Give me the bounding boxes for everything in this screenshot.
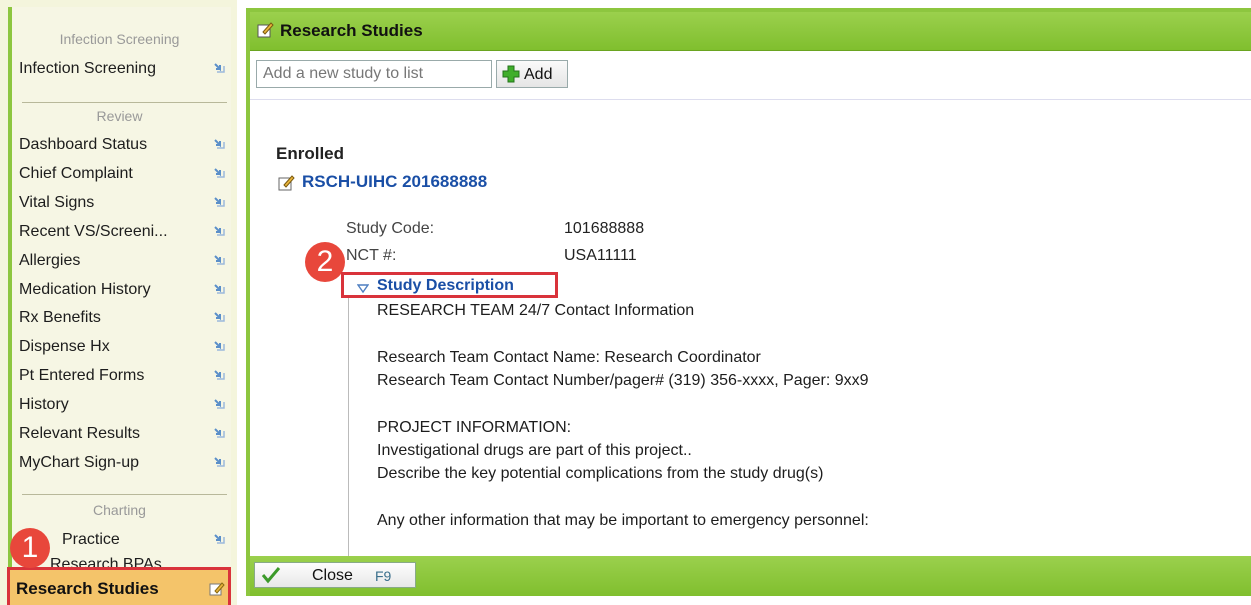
jump-arrow-icon bbox=[214, 283, 225, 295]
plus-icon bbox=[502, 65, 520, 88]
edit-icon bbox=[209, 581, 225, 602]
study-code-label: Study Code: bbox=[346, 220, 435, 237]
close-button[interactable]: Close F9 bbox=[254, 562, 416, 588]
sidebar-item-label: History bbox=[19, 396, 69, 414]
sidebar-item[interactable]: Pt Entered Forms bbox=[19, 364, 227, 388]
jump-arrow-icon bbox=[214, 139, 225, 150]
jump-arrow-icon bbox=[214, 312, 225, 323]
study-code-value: 101688888 bbox=[564, 220, 645, 237]
sidebar-item-label: Chief Complaint bbox=[19, 164, 133, 182]
study-description-label: Study Description bbox=[377, 277, 514, 294]
sidebar-item-label: Vital Signs bbox=[19, 193, 95, 211]
sidebar-item-practice[interactable]: Practice bbox=[19, 528, 227, 552]
enrolled-heading: Enrolled bbox=[276, 144, 345, 163]
sidebar-item[interactable]: MyChart Sign-up bbox=[19, 451, 227, 475]
sidebar-item[interactable]: Recent VS/Screeni... bbox=[19, 220, 227, 244]
jump-arrow-icon bbox=[214, 428, 225, 439]
research-studies-panel: Research Studies Add Enrolled RSCH-UIHC … bbox=[246, 8, 1251, 596]
section-title-review: Review bbox=[96, 108, 143, 124]
sidebar-item[interactable]: Dashboard Status bbox=[19, 133, 227, 157]
sidebar-item-label: Research Studies bbox=[16, 579, 159, 598]
sidebar-item-label: Medication History bbox=[19, 280, 151, 298]
section-title-charting: Charting bbox=[93, 502, 146, 518]
jump-arrow-icon bbox=[214, 457, 225, 468]
description-line: Any other information that may be import… bbox=[377, 511, 869, 529]
divider bbox=[22, 494, 227, 495]
section-title-infection-screening: Infection Screening bbox=[59, 31, 180, 47]
jump-arrow-icon bbox=[214, 341, 225, 352]
add-button[interactable]: Add bbox=[496, 60, 568, 88]
description-line: Research Team Contact Number/pager# (319… bbox=[377, 371, 869, 389]
jump-arrow-icon bbox=[214, 399, 225, 410]
edit-icon bbox=[257, 21, 275, 44]
sidebar-item-research-studies[interactable]: Research Studies bbox=[7, 567, 231, 605]
jump-arrow-icon bbox=[214, 370, 225, 381]
sidebar-item-label: Infection Screening bbox=[19, 60, 156, 77]
sidebar-item[interactable]: Vital Signs bbox=[19, 191, 227, 215]
sidebar-item-label: Dispense Hx bbox=[19, 338, 110, 356]
description-line: PROJECT INFORMATION: bbox=[377, 418, 572, 436]
sidebar-item[interactable]: Chief Complaint bbox=[19, 162, 227, 186]
description-line: Describe the key potential complications… bbox=[377, 465, 824, 483]
sidebar-item[interactable]: Dispense Hx bbox=[19, 335, 227, 359]
description-line: Research Team Contact Name: Research Coo… bbox=[377, 348, 761, 366]
sidebar-panel: Infection Screening Infection Screening … bbox=[8, 7, 231, 605]
close-button-label: Close bbox=[312, 567, 353, 584]
jump-arrow-icon bbox=[214, 197, 225, 208]
study-description-box: RESEARCH TEAM 24/7 Contact Information Re… bbox=[348, 298, 1251, 556]
study-name: RSCH-UIHC 201688888 bbox=[302, 172, 488, 191]
checkmark-icon bbox=[261, 566, 281, 589]
nct-label: NCT #: bbox=[346, 247, 397, 264]
panel-title: Research Studies bbox=[280, 21, 423, 40]
sidebar-item-label: Relevant Results bbox=[19, 425, 140, 442]
description-line: RESEARCH TEAM 24/7 Contact Information bbox=[377, 302, 695, 319]
step-badge-2: 2 bbox=[305, 242, 345, 282]
jump-arrow-icon bbox=[214, 168, 225, 179]
sidebar-item[interactable]: Allergies bbox=[19, 249, 227, 273]
sidebar-item[interactable]: History bbox=[19, 393, 227, 417]
sidebar-item-label: MyChart Sign-up bbox=[19, 453, 140, 471]
sidebar-item[interactable]: Medication History bbox=[19, 278, 227, 302]
sidebar-item-label: Pt Entered Forms bbox=[19, 367, 145, 385]
sidebar-item-label: Dashboard Status bbox=[19, 136, 148, 153]
add-study-input[interactable] bbox=[256, 60, 492, 88]
panel-footer: Close F9 bbox=[250, 556, 1251, 596]
sidebar: Infection Screening Infection Screening … bbox=[0, 0, 237, 605]
panel-content: Enrolled RSCH-UIHC 201688888 Study Code:… bbox=[250, 100, 1251, 556]
sidebar-item-label: Rx Benefits bbox=[19, 309, 101, 327]
panel-titlebar: Research Studies bbox=[250, 12, 1251, 51]
shortcut-key: F9 bbox=[375, 568, 392, 584]
sidebar-item-infection-screening[interactable]: Infection Screening bbox=[19, 57, 227, 81]
add-button-label: Add bbox=[524, 66, 553, 83]
sidebar-item-label: Recent VS/Screeni... bbox=[19, 222, 168, 240]
step-badge-1: 1 bbox=[10, 528, 50, 568]
sidebar-item[interactable]: Relevant Results bbox=[19, 422, 227, 446]
jump-arrow-icon bbox=[214, 63, 225, 74]
study-description-toggle[interactable]: Study Description bbox=[341, 272, 558, 298]
jump-arrow-icon bbox=[214, 534, 225, 545]
edit-icon bbox=[278, 174, 296, 197]
jump-arrow-icon bbox=[214, 254, 225, 266]
nct-value: USA11111 bbox=[564, 247, 637, 264]
description-line: Investigational drugs are part of this p… bbox=[377, 441, 692, 459]
sidebar-item[interactable]: Rx Benefits bbox=[19, 306, 227, 330]
toolbar: Add bbox=[250, 51, 1251, 100]
divider bbox=[22, 102, 227, 103]
jump-arrow-icon bbox=[214, 225, 225, 237]
triangle-down-icon bbox=[356, 281, 370, 299]
sidebar-item-label: Allergies bbox=[19, 251, 81, 269]
